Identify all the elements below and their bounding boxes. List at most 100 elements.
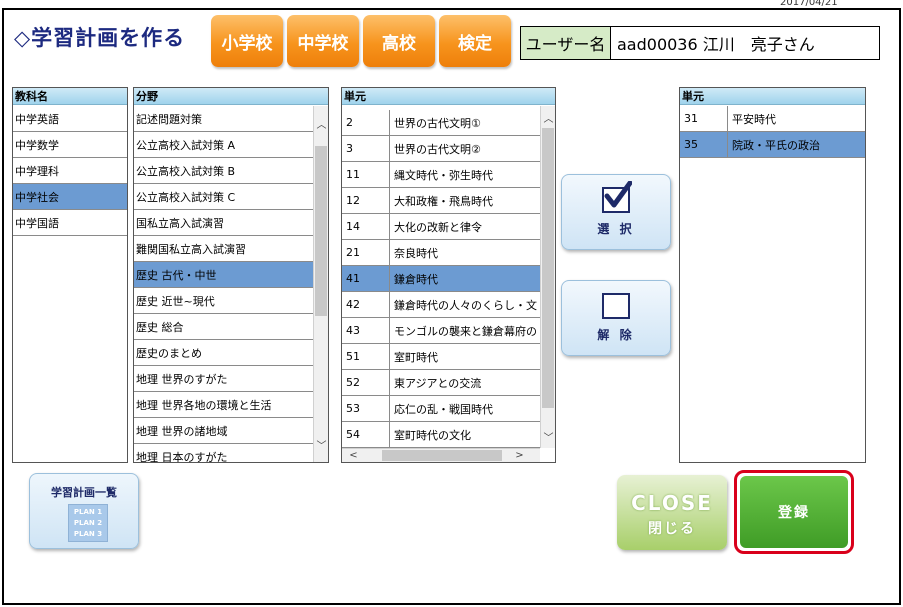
unit-number: 3 [344,136,390,161]
plan-list-label: 学習計画一覧 [51,486,117,499]
unit-name: 鎌倉時代 [394,272,438,286]
list-item[interactable]: 中学国語 [13,210,127,236]
unit-name: 大和政権・飛鳥時代 [394,194,493,208]
unit-name: 院政・平氏の政治 [732,138,820,152]
list-item[interactable]: 43 モンゴルの襲来と鎌倉幕府の [342,318,540,344]
list-item[interactable]: 公立高校入試対策 B [134,158,313,184]
plan-line: PLAN 1 [73,508,103,516]
list-item[interactable]: 2 世界の古代文明① [342,110,540,136]
unit-number: 51 [344,344,390,369]
list-item[interactable]: 公立高校入試対策 A [134,132,313,158]
unit-list: 単元 2 世界の古代文明① 3 世界の古代文明② 11 縄文時代・弥生時代 12 大和政権・飛… [341,87,556,463]
list-item[interactable]: 歴史 古代・中世 [134,262,313,288]
list-item[interactable]: 難関国私立高入試演習 [134,236,313,262]
unit-number: 35 [682,132,728,157]
list-item[interactable]: 地理 世界各地の環境と生活 [134,392,313,418]
scroll-down-icon[interactable]: ﹀ [314,437,328,452]
list-item[interactable]: 地理 日本のすがた [134,444,313,463]
chosen-list-header: 単元 [680,88,865,105]
unit-rows: 2 世界の古代文明① 3 世界の古代文明② 11 縄文時代・弥生時代 12 大和政権・飛鳥時代… [342,110,540,448]
plan-list-button[interactable]: 学習計画一覧 PLAN 1 PLAN 2 PLAN 3 [29,473,139,549]
list-item[interactable]: 51 室町時代 [342,344,540,370]
close-button-label-jp: 閉じる [648,521,696,537]
list-item[interactable]: 54 室町時代の文化 [342,422,540,448]
unit-list-scrollbar[interactable]: ︿ ﹀ [540,106,555,448]
list-item[interactable]: 42 鎌倉時代の人々のくらし・文 [342,292,540,318]
unit-name: 世界の古代文明② [394,142,481,156]
list-item[interactable]: 3 世界の古代文明② [342,136,540,162]
unit-number: 42 [344,292,390,317]
scroll-up-icon[interactable]: ︿ [314,116,328,131]
list-item[interactable]: 31 平安時代 [680,106,865,132]
list-item[interactable]: 11 縄文時代・弥生時代 [342,162,540,188]
unit-name: 世界の古代文明① [394,116,481,130]
unit-number: 53 [344,396,390,421]
field-list-scrollbar[interactable]: ︿ ﹀ [313,106,328,462]
list-item[interactable]: 中学社会 [13,184,127,210]
level-button-junior-high[interactable]: 中学校 [287,15,359,67]
subject-rows: 中学英語 中学数学 中学理科 中学社会 中学国語 [13,106,127,236]
unit-name: 東アジアとの交流 [394,376,482,390]
list-item[interactable]: 国私立高入試演習 [134,210,313,236]
list-item[interactable]: 歴史 近世~現代 [134,288,313,314]
checkbox-checked-icon [602,181,632,213]
list-item[interactable]: 地理 世界のすがた [134,366,313,392]
list-item[interactable]: 21 奈良時代 [342,240,540,266]
subject-list-header: 教科名 [13,88,127,105]
unit-number: 52 [344,370,390,395]
list-item[interactable]: 歴史 総合 [134,314,313,340]
plan-line: PLAN 2 [73,519,103,527]
unit-number: 43 [344,318,390,343]
unit-number: 41 [344,266,390,291]
list-item[interactable]: 地理 世界の諸地域 [134,418,313,444]
register-button[interactable]: 登録 [740,476,848,548]
close-button-label-en: CLOSE [631,491,713,515]
deselect-button[interactable]: 解 除 [561,280,671,356]
unit-name: 応仁の乱・戦国時代 [394,402,493,416]
user-name-box: ユーザー名 aad00036 江川 亮子さん [520,26,880,60]
list-item[interactable]: 12 大和政権・飛鳥時代 [342,188,540,214]
unit-name: 室町時代の文化 [394,428,471,442]
deselect-button-label: 解 除 [597,328,635,342]
unit-number: 31 [682,106,728,131]
list-item[interactable]: 歴史のまとめ [134,340,313,366]
scrollbar-thumb[interactable] [542,128,554,408]
scroll-left-icon[interactable]: < [346,449,361,462]
list-item[interactable]: 中学英語 [13,106,127,132]
plan-line: PLAN 3 [73,530,103,538]
user-name-value: aad00036 江川 亮子さん [617,35,815,54]
list-item[interactable]: 公立高校入試対策 C [134,184,313,210]
unit-number: 14 [344,214,390,239]
unit-name: 室町時代 [394,350,438,364]
unit-name: モンゴルの襲来と鎌倉幕府の [394,324,537,338]
scroll-down-icon[interactable]: ﹀ [541,429,555,444]
list-item[interactable]: 14 大化の改新と律令 [342,214,540,240]
hscrollbar-thumb[interactable] [382,450,502,461]
unit-number: 2 [344,110,390,135]
scrollbar-thumb[interactable] [315,146,327,316]
list-item[interactable]: 52 東アジアとの交流 [342,370,540,396]
list-item[interactable]: 53 応仁の乱・戦国時代 [342,396,540,422]
level-button-high-school[interactable]: 高校 [363,15,435,67]
level-button-elementary[interactable]: 小学校 [211,15,283,67]
unit-number: 12 [344,188,390,213]
list-item[interactable]: 記述問題対策 [134,106,313,132]
date-label: 2017/04/21 [780,0,838,8]
select-button[interactable]: 選 択 [561,174,671,250]
select-button-label: 選 択 [597,222,635,236]
chosen-unit-list: 単元 31 平安時代 35 院政・平氏の政治 [679,87,866,463]
scroll-up-icon[interactable]: ︿ [541,110,555,125]
unit-name: 縄文時代・弥生時代 [394,168,493,182]
close-button[interactable]: CLOSE 閉じる [617,475,727,550]
list-item[interactable]: 35 院政・平氏の政治 [680,132,865,158]
subject-list: 教科名 中学英語 中学数学 中学理科 中学社会 中学国語 [12,87,128,463]
chosen-rows: 31 平安時代 35 院政・平氏の政治 [680,106,865,158]
unit-number: 21 [344,240,390,265]
field-rows: 記述問題対策 公立高校入試対策 A 公立高校入試対策 B 公立高校入試対策 C 国私立高… [134,106,313,463]
level-button-exam[interactable]: 検定 [439,15,511,67]
list-item[interactable]: 中学理科 [13,158,127,184]
list-item[interactable]: 中学数学 [13,132,127,158]
scroll-right-icon[interactable]: > [512,449,527,462]
list-item[interactable]: 41 鎌倉時代 [342,266,540,292]
unit-list-hscrollbar[interactable]: < > [342,448,540,462]
